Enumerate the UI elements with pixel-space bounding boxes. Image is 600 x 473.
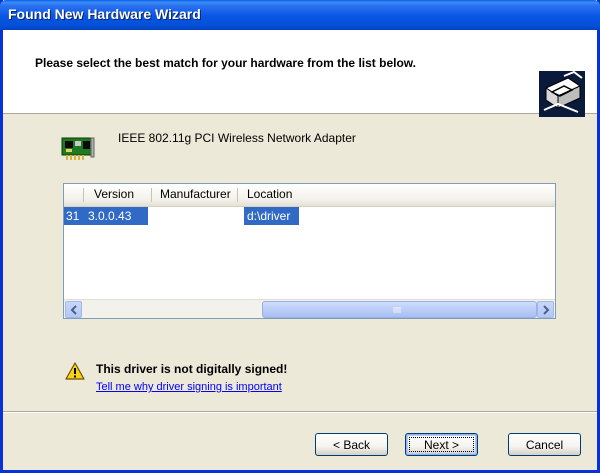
window-title: Found New Hardware Wizard bbox=[8, 6, 201, 22]
row-name-fragment: 31 bbox=[66, 209, 80, 223]
column-separator[interactable] bbox=[83, 188, 84, 202]
cancel-button[interactable]: Cancel bbox=[508, 433, 581, 456]
header-instruction: Please select the best match for your ha… bbox=[35, 56, 416, 70]
scroll-left-button[interactable] bbox=[65, 301, 82, 318]
row-version: 3.0.0.43 bbox=[88, 209, 132, 223]
column-header-location[interactable]: Location bbox=[247, 187, 292, 201]
scrollbar-thumb[interactable] bbox=[262, 301, 537, 318]
scroll-right-button[interactable] bbox=[537, 301, 554, 318]
column-header-manufacturer[interactable]: Manufacturer bbox=[160, 187, 231, 201]
column-separator[interactable] bbox=[151, 188, 152, 202]
next-button[interactable]: Next > bbox=[405, 433, 478, 456]
wizard-window: Found New Hardware Wizard Please select … bbox=[0, 0, 600, 473]
horizontal-scrollbar[interactable] bbox=[64, 299, 555, 318]
network-card-icon bbox=[61, 137, 95, 160]
driver-list-row[interactable]: 31 3.0.0.43 d:\driver bbox=[64, 207, 555, 225]
button-divider bbox=[3, 411, 597, 413]
column-header-version[interactable]: Version bbox=[94, 187, 134, 201]
driver-list[interactable]: Version Manufacturer Location 31 3.0.0.4… bbox=[63, 183, 556, 319]
device-name: IEEE 802.11g PCI Wireless Network Adapte… bbox=[118, 131, 356, 145]
chevron-left-icon bbox=[70, 305, 77, 315]
driver-signing-link[interactable]: Tell me why driver signing is important bbox=[96, 381, 282, 393]
hardware-wizard-icon bbox=[539, 70, 585, 117]
back-button[interactable]: < Back bbox=[315, 433, 388, 456]
column-separator[interactable] bbox=[237, 188, 238, 202]
warning-icon bbox=[65, 362, 85, 380]
driver-list-header: Version Manufacturer Location bbox=[64, 184, 555, 207]
chevron-right-icon bbox=[543, 305, 550, 315]
wizard-header: Please select the best match for your ha… bbox=[3, 30, 597, 117]
warning-title: This driver is not digitally signed! bbox=[96, 362, 288, 376]
title-bar[interactable]: Found New Hardware Wizard bbox=[0, 0, 600, 30]
grip-icon bbox=[393, 307, 401, 313]
row-location: d:\driver bbox=[247, 209, 291, 223]
